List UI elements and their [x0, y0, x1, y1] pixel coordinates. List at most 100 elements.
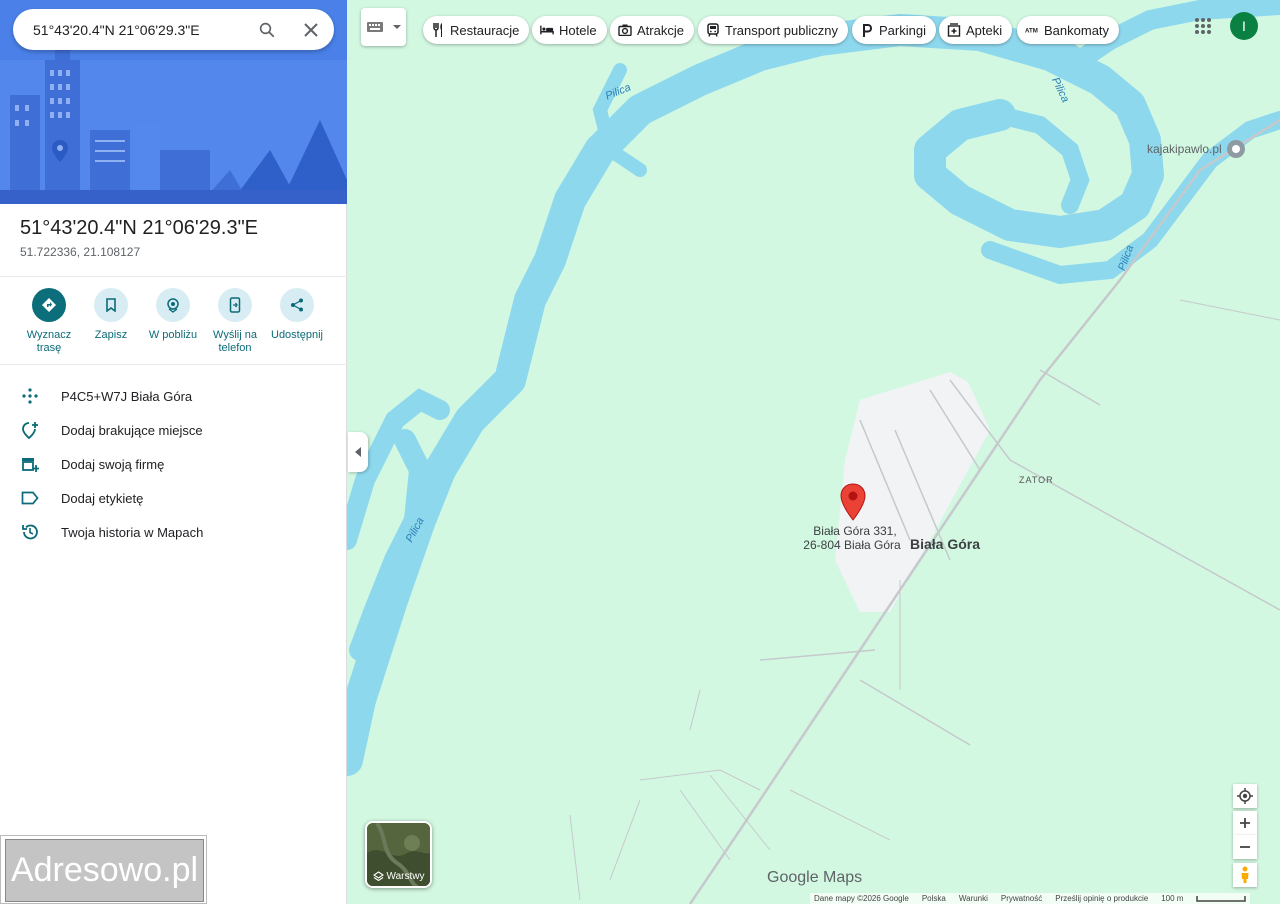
map-graphics [347, 0, 1280, 904]
pin-address-line2: 26-804 Biała Góra [803, 538, 901, 552]
search-input[interactable] [33, 9, 253, 50]
divider [0, 364, 347, 365]
footer-link-privacy[interactable]: Prywatność [1001, 894, 1042, 903]
bookmark-icon [94, 288, 128, 322]
add-place-text: Dodaj brakujące miejsce [61, 422, 203, 438]
layers-button[interactable]: Warstwy [365, 821, 432, 888]
zoom-in-button[interactable] [1233, 811, 1257, 835]
place-coordinates: 51.722336, 21.108127 [20, 245, 141, 259]
layers-label: Warstwy [386, 871, 425, 882]
my-location-icon [1237, 788, 1253, 804]
chevron-left-icon [355, 447, 361, 457]
adresowo-watermark: Adresowo.pl [0, 835, 207, 904]
svg-text:ATM: ATM [1025, 28, 1038, 34]
history-icon [20, 522, 40, 542]
footer-link-country[interactable]: Polska [922, 894, 946, 903]
plus-code-text: P4C5+W7J Biała Góra [61, 388, 193, 404]
send-to-phone-label: Wyślij na telefon [213, 329, 257, 354]
map-canvas[interactable]: Pilica Pilica Pilica Pilica kajakipawlo.… [347, 0, 1280, 904]
directions-icon [32, 288, 66, 322]
pin-address-line1: Biała Góra 331, [813, 524, 897, 538]
save-button[interactable]: Zapisz [78, 288, 144, 342]
search-icon[interactable] [254, 17, 280, 43]
add-business-text: Dodaj swoją firmę [61, 456, 165, 472]
zoom-out-button[interactable] [1233, 835, 1257, 859]
footer-link-terms[interactable]: Warunki [959, 894, 988, 903]
town-label[interactable]: Biała Góra [910, 536, 980, 552]
chip-label: Hotele [559, 22, 597, 38]
chip-label: Atrakcje [637, 22, 684, 38]
history-row[interactable]: Twoja historia w Mapach [0, 515, 347, 549]
chip-public-transport[interactable]: Transport publiczny [698, 16, 848, 44]
chip-label: Apteki [966, 22, 1003, 38]
camera-icon [618, 23, 632, 37]
chip-atms[interactable]: ATM Bankomaty [1017, 16, 1120, 44]
keyboard-icon [367, 22, 383, 32]
chip-hotels[interactable]: Hotele [532, 16, 607, 44]
divider [0, 276, 347, 277]
label-icon [20, 488, 40, 508]
minus-icon [1240, 846, 1250, 848]
send-to-phone-button[interactable]: Wyślij na telefon [202, 288, 268, 355]
map-data-credit: Dane mapy ©2026 Google [814, 894, 909, 903]
add-place-icon [20, 420, 40, 440]
directions-label: Wyznacz trasę [26, 329, 72, 354]
street-view-button[interactable] [1233, 863, 1257, 887]
chip-attractions[interactable]: Atrakcje [610, 16, 694, 44]
maps-app: Pilica Pilica Pilica Pilica kajakipawlo.… [0, 0, 1280, 904]
layers-icon [372, 871, 384, 882]
google-maps-logo: Google Maps [767, 869, 863, 886]
nearby-button[interactable]: W pobliżu [140, 288, 206, 342]
chip-label: Restauracje [450, 22, 520, 38]
chip-pharmacies[interactable]: Apteki [939, 16, 1013, 44]
google-apps-button[interactable] [1190, 13, 1216, 39]
apps-grid-icon [1195, 18, 1211, 34]
close-icon[interactable] [298, 17, 324, 43]
chip-label: Bankomaty [1044, 22, 1110, 38]
pegman-icon [1241, 866, 1249, 883]
chip-restaurants[interactable]: Restauracje [423, 16, 530, 44]
scale-label[interactable]: 100 m [1161, 894, 1183, 903]
chevron-down-icon [393, 25, 401, 29]
search-box [13, 9, 334, 50]
parking-icon [860, 23, 874, 37]
plus-code-icon [20, 386, 40, 406]
footer-link-feedback[interactable]: Prześlij opinię o produkcie [1055, 894, 1148, 903]
add-place-row[interactable]: Dodaj brakujące miejsce [0, 413, 347, 447]
account-avatar[interactable]: I [1230, 12, 1258, 40]
transit-icon [706, 23, 720, 37]
nearby-label: W pobliżu [148, 329, 198, 341]
plus-code-row[interactable]: P4C5+W7J Biała Góra [0, 379, 347, 413]
poi-marker-icon[interactable] [1226, 139, 1246, 164]
layers-label-wrap: Warstwy [367, 871, 430, 882]
my-location-button[interactable] [1233, 784, 1257, 808]
nearby-icon [156, 288, 190, 322]
map-footer: Dane mapy ©2026 Google Polska Warunki Pr… [810, 893, 1251, 904]
chip-label: Transport publiczny [725, 22, 838, 38]
side-panel: 51°43'20.4"N 21°06'29.3"E 51.722336, 21.… [0, 0, 347, 904]
directions-button[interactable]: Wyznacz trasę [16, 288, 82, 355]
collapse-panel-button[interactable] [348, 432, 368, 472]
add-label-row[interactable]: Dodaj etykietę [0, 481, 347, 515]
chip-label: Parkingi [879, 22, 926, 38]
pharmacy-icon [947, 23, 961, 37]
add-label-text: Dodaj etykietę [61, 490, 144, 506]
save-label: Zapisz [94, 329, 128, 341]
page-title: 51°43'20.4"N 21°06'29.3"E [20, 217, 259, 239]
share-label: Udostępnij [271, 329, 323, 341]
chip-parking[interactable]: Parkingi [852, 16, 936, 44]
history-text: Twoja historia w Mapach [61, 524, 204, 540]
hotel-icon [540, 23, 554, 37]
share-button[interactable]: Udostępnij [264, 288, 330, 342]
input-tools-button[interactable] [361, 8, 406, 46]
restaurant-icon [431, 23, 445, 37]
share-icon [280, 288, 314, 322]
poi-label[interactable]: kajakipawlo.pl [1147, 142, 1222, 156]
add-business-icon [20, 454, 40, 474]
atm-icon: ATM [1025, 23, 1039, 37]
watermark-text: Adresowo.pl [5, 839, 204, 902]
add-business-row[interactable]: Dodaj swoją firmę [0, 447, 347, 481]
area-label: ZATOR [1019, 475, 1054, 485]
plus-icon [1240, 818, 1250, 828]
location-pin-icon[interactable] [840, 483, 866, 526]
